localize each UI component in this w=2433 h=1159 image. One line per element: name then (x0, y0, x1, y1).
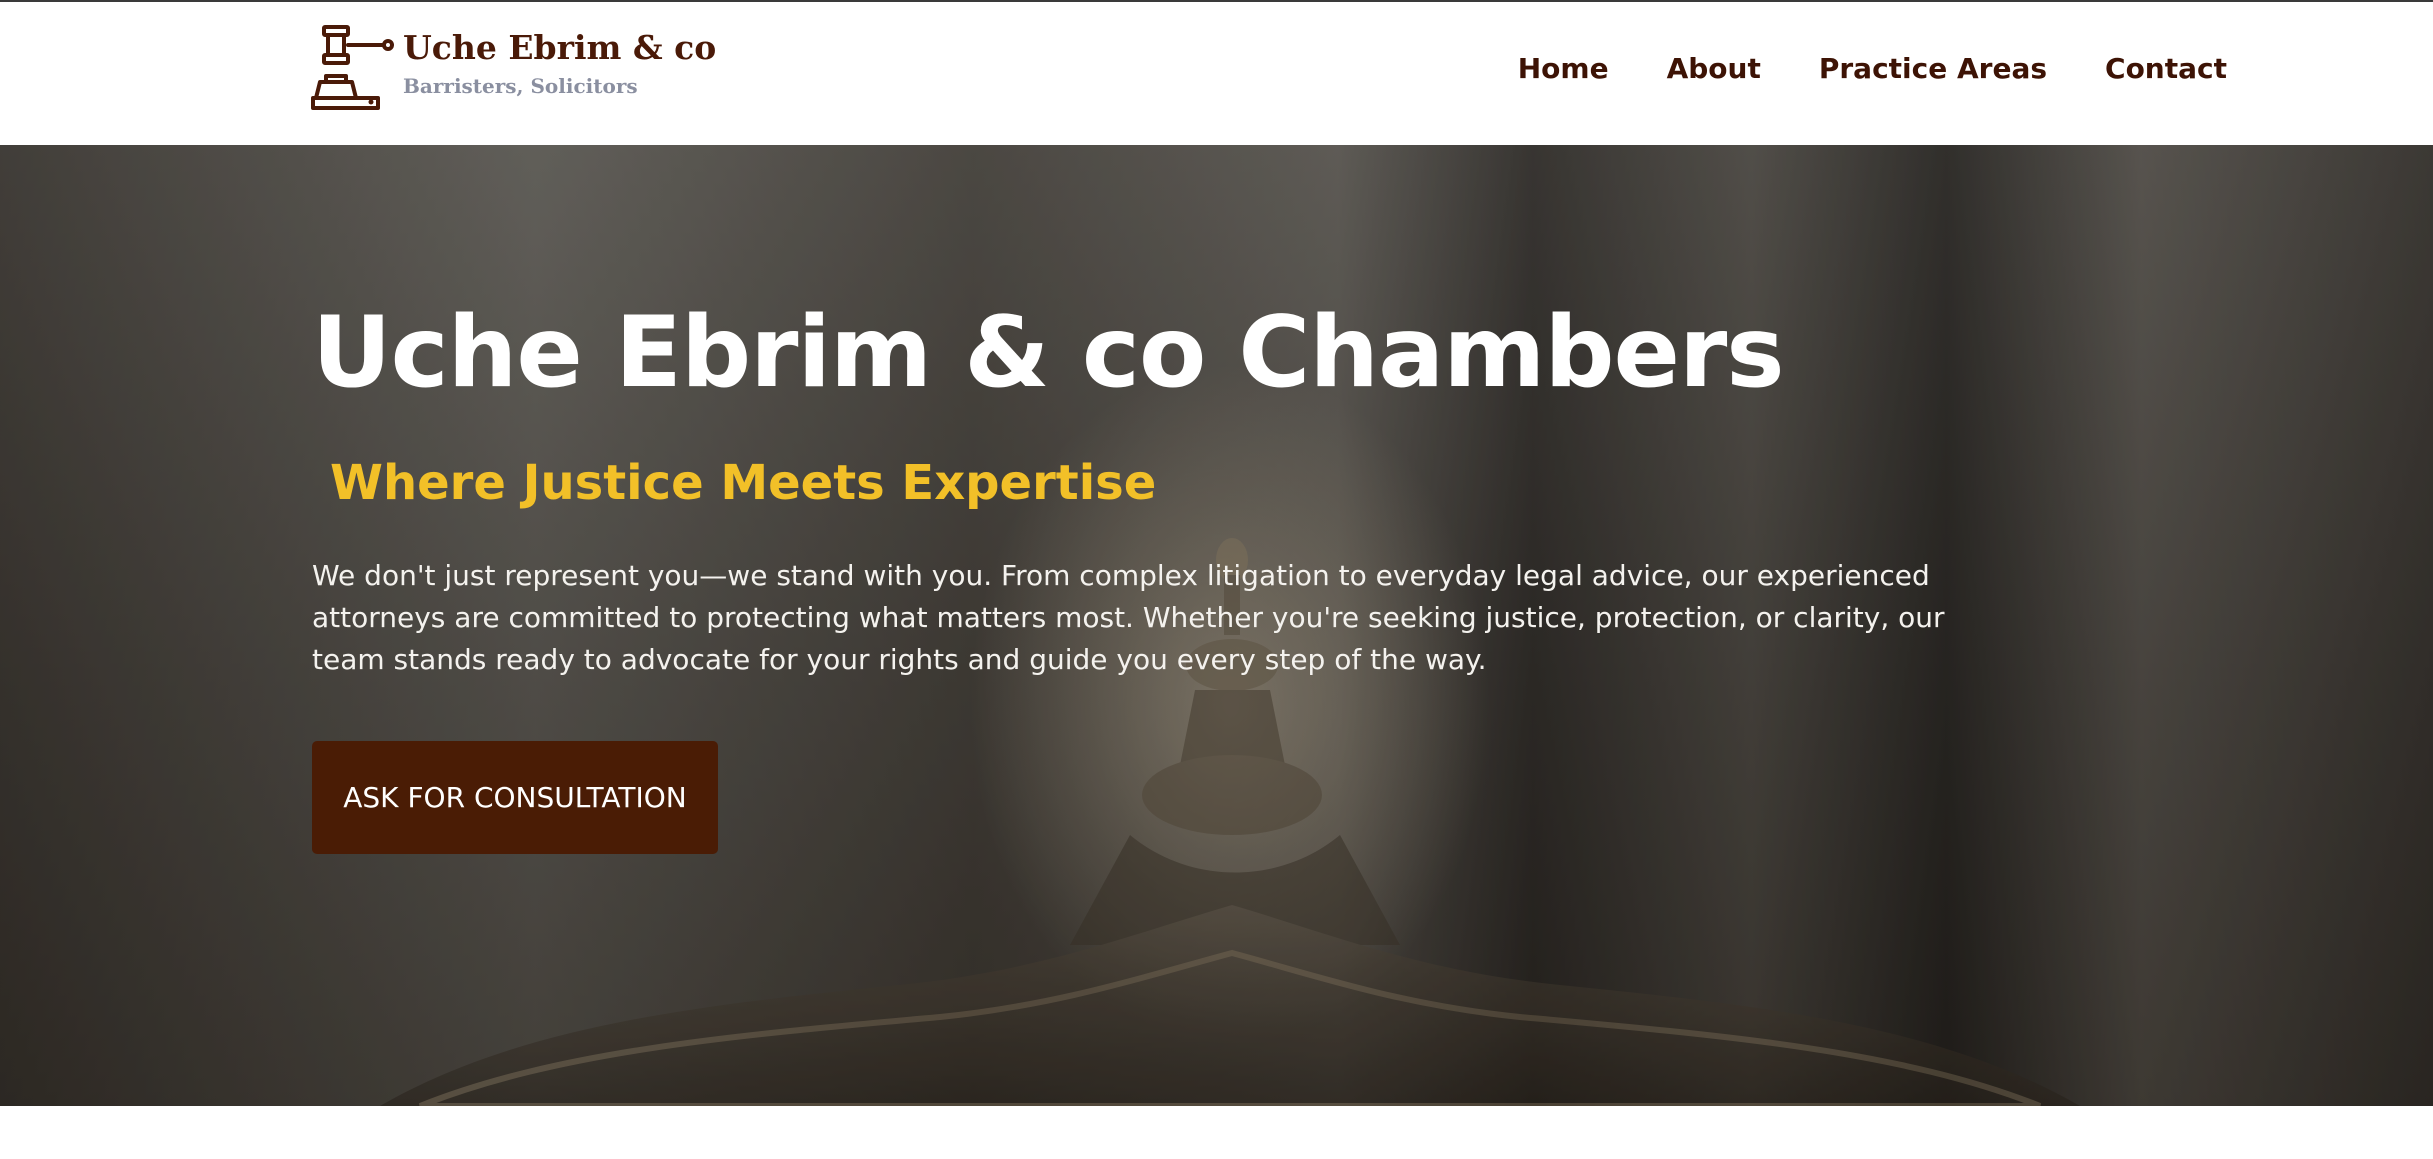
nav-link-practice-areas[interactable]: Practice Areas (1819, 52, 2047, 85)
hero-description: We don't just represent you—we stand wit… (312, 558, 1945, 676)
hero-title: Uche Ebrim & co Chambers (312, 296, 1785, 410)
nav-link-home[interactable]: Home (1518, 52, 1609, 85)
brand-name: Uche Ebrim & co (403, 28, 717, 67)
main-navigation: Home About Practice Areas Contact (1518, 52, 2227, 85)
hero-content: Uche Ebrim & co Chambers Where Justice M… (312, 295, 1952, 854)
ask-for-consultation-button[interactable]: ASK FOR CONSULTATION (312, 740, 718, 854)
hero-section: Uche Ebrim & co Chambers Where Justice M… (0, 145, 2433, 1106)
brand-tagline: Barristers, Solicitors (403, 74, 638, 99)
gavel-icon (311, 25, 394, 110)
brand-text: Uche Ebrim & co Barristers, Solicitors (403, 24, 716, 98)
site-header: Uche Ebrim & co Barristers, Solicitors H… (0, 2, 2433, 145)
brand-logo-link[interactable]: Uche Ebrim & co Barristers, Solicitors (310, 24, 716, 112)
nav-link-contact[interactable]: Contact (2105, 52, 2227, 85)
hero-subtitle: Where Justice Meets Expertise (330, 454, 1157, 511)
nav-link-about[interactable]: About (1667, 52, 1761, 85)
